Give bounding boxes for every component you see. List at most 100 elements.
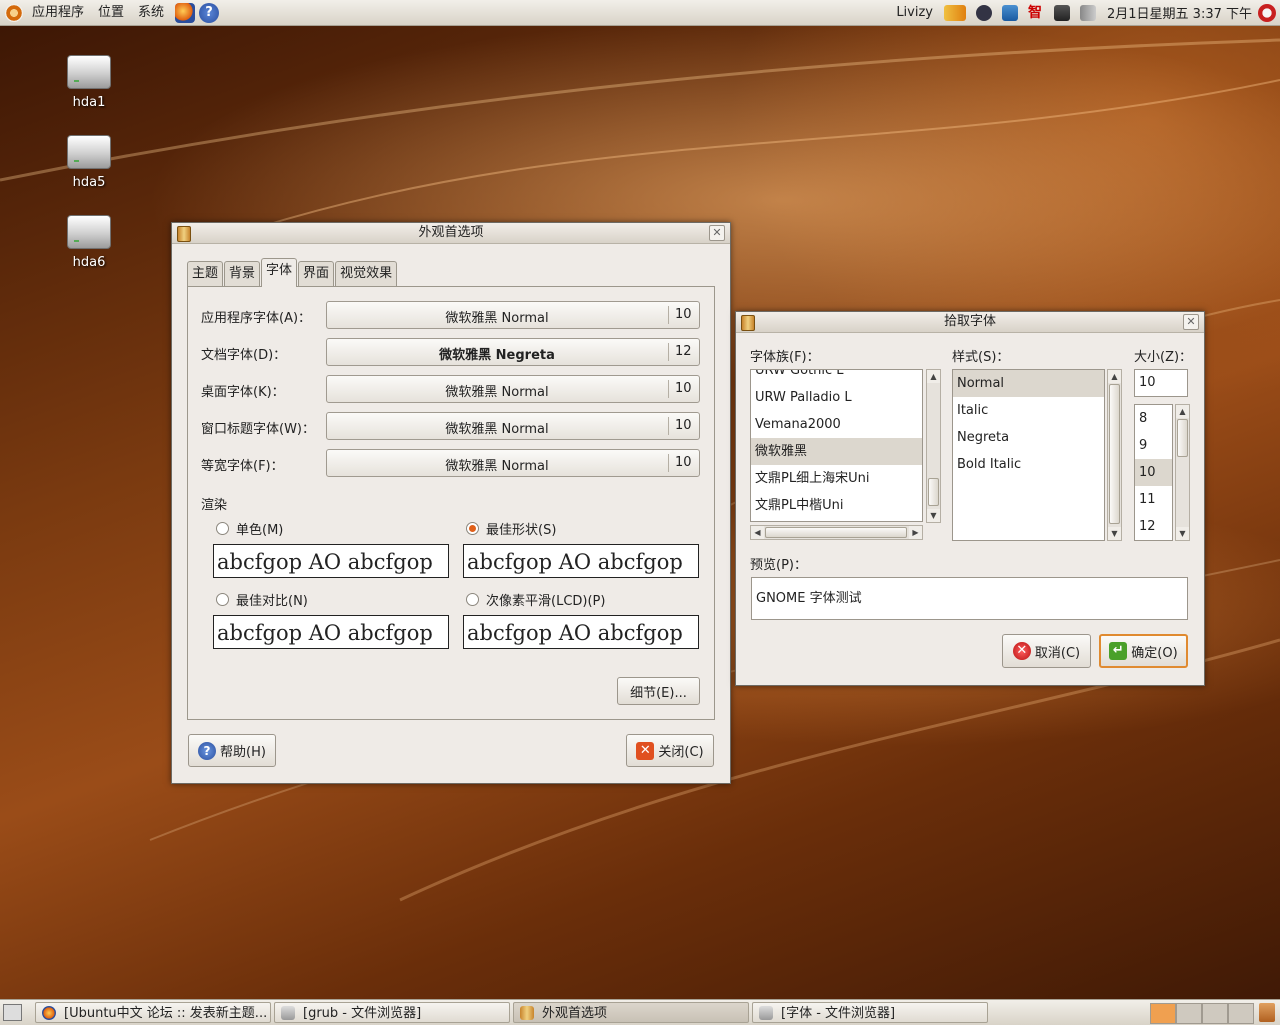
monospace-font-button[interactable]: 微软雅黑 Normal 10 xyxy=(326,449,700,477)
scroll-thumb[interactable] xyxy=(928,478,939,506)
bluetooth-icon[interactable] xyxy=(976,4,992,21)
details-button[interactable]: 细节(E)... xyxy=(617,677,700,705)
update-icon[interactable] xyxy=(1002,4,1018,21)
radio-best-contrast[interactable]: 最佳对比(N) xyxy=(216,590,308,609)
input-method-icon[interactable]: 智 xyxy=(1028,5,1044,21)
menu-system[interactable]: 系统 xyxy=(131,0,171,25)
list-item[interactable]: Bold Italic xyxy=(953,451,1104,478)
list-item[interactable]: 文鼎PL中楷Uni xyxy=(751,492,922,519)
cancel-button[interactable]: ✕ 取消(C) xyxy=(1002,634,1091,668)
sample-subpixel-lcd[interactable]: abcfgop AO abcfgop xyxy=(463,615,699,649)
tab-visual-effects[interactable]: 视觉效果 xyxy=(335,261,398,286)
family-horizontal-scrollbar[interactable]: ◀ ▶ xyxy=(750,525,923,540)
window-close-button[interactable]: ✕ xyxy=(1183,314,1199,330)
document-font-button[interactable]: 微软雅黑 Negreta 12 xyxy=(326,338,700,366)
scroll-up-icon[interactable]: ▲ xyxy=(1108,370,1121,383)
clock[interactable]: 2月1日星期五 3:37 下午 xyxy=(1107,3,1252,22)
list-item[interactable]: 11 xyxy=(1135,486,1172,513)
family-vertical-scrollbar[interactable]: ▲ ▼ xyxy=(926,369,941,523)
preview-label: 预览(P)： xyxy=(750,558,807,573)
tab-fonts[interactable]: 字体 xyxy=(261,258,298,287)
scroll-up-icon[interactable]: ▲ xyxy=(927,370,940,383)
network-icon[interactable] xyxy=(944,4,966,21)
show-desktop-icon[interactable] xyxy=(3,1004,22,1021)
scroll-down-icon[interactable]: ▼ xyxy=(1176,527,1189,540)
radio-subpixel-lcd[interactable]: 次像素平滑(LCD)(P) xyxy=(466,590,605,609)
workspace-3[interactable] xyxy=(1202,1003,1228,1024)
size-vertical-scrollbar[interactable]: ▲ ▼ xyxy=(1175,404,1190,541)
preview-input[interactable]: GNOME 字体测试 xyxy=(751,577,1188,620)
window-title-font-button[interactable]: 微软雅黑 Normal 10 xyxy=(326,412,700,440)
family-list[interactable]: URW Gothic L URW Palladio L Vemana2000 微… xyxy=(750,369,923,522)
help-button[interactable]: ? 帮助(H) xyxy=(188,734,276,767)
list-item[interactable]: Vemana2000 xyxy=(751,411,922,438)
tab-theme[interactable]: 主题 xyxy=(187,261,224,286)
radio-best-shapes[interactable]: 最佳形状(S) xyxy=(466,519,556,538)
sample-best-contrast[interactable]: abcfgop AO abcfgop xyxy=(213,615,449,649)
window-menu-icon[interactable] xyxy=(741,315,755,331)
taskbar-item-grub-browser[interactable]: [grub - 文件浏览器] xyxy=(274,1002,510,1023)
window-close-button[interactable]: ✕ xyxy=(709,225,725,241)
style-list[interactable]: Normal Italic Negreta Bold Italic xyxy=(952,369,1105,541)
ok-button[interactable]: ↵ 确定(O) xyxy=(1099,634,1188,668)
tab-interface[interactable]: 界面 xyxy=(298,261,335,286)
workspace-4[interactable] xyxy=(1228,1003,1254,1024)
taskbar-item-browser[interactable]: [Ubuntu中文 论坛 :: 发表新主题... xyxy=(35,1002,271,1023)
list-item[interactable]: 9 xyxy=(1135,432,1172,459)
power-icon[interactable] xyxy=(1258,3,1276,22)
taskbar-item-appearance[interactable]: 外观首选项 xyxy=(513,1002,749,1023)
application-font-label: 应用程序字体(A)： xyxy=(201,311,312,326)
workspace-1[interactable] xyxy=(1150,1003,1176,1024)
desktop-icon-hda1[interactable]: hda1 xyxy=(54,55,124,110)
desktop-icon-hda5[interactable]: hda5 xyxy=(54,135,124,190)
list-item-selected[interactable]: 微软雅黑 xyxy=(751,438,922,465)
application-font-button[interactable]: 微软雅黑 Normal 10 xyxy=(326,301,700,329)
ubuntu-logo-icon[interactable] xyxy=(5,3,23,22)
firefox-icon[interactable] xyxy=(175,2,196,23)
radio-monochrome[interactable]: 单色(M) xyxy=(216,519,283,538)
list-item-selected[interactable]: Normal xyxy=(953,370,1104,397)
user-name[interactable]: Livizy xyxy=(896,5,933,20)
font-name: 微软雅黑 Normal xyxy=(445,311,549,326)
window-titlebar[interactable]: 拾取字体 ✕ xyxy=(736,312,1204,333)
scroll-up-icon[interactable]: ▲ xyxy=(1176,405,1189,418)
scroll-down-icon[interactable]: ▼ xyxy=(927,509,940,522)
desktop-icon-hda6[interactable]: hda6 xyxy=(54,215,124,270)
list-item[interactable]: 文鼎PL细上海宋Uni xyxy=(751,465,922,492)
monitor-icon[interactable] xyxy=(1054,4,1070,21)
list-item[interactable]: Negreta xyxy=(953,424,1104,451)
scroll-left-icon[interactable]: ◀ xyxy=(751,526,764,539)
list-item[interactable]: 12 xyxy=(1135,513,1172,540)
window-menu-icon[interactable] xyxy=(177,226,191,242)
menu-places[interactable]: 位置 xyxy=(91,0,131,25)
radio-indicator xyxy=(216,522,229,535)
list-item[interactable]: URW Gothic L xyxy=(751,370,922,384)
close-button[interactable]: ✕ 关闭(C) xyxy=(626,734,714,767)
sample-best-shapes[interactable]: abcfgop AO abcfgop xyxy=(463,544,699,578)
scroll-thumb[interactable] xyxy=(1177,419,1188,457)
help-icon[interactable]: ? xyxy=(199,2,220,23)
trash-icon[interactable] xyxy=(1259,1003,1275,1022)
scroll-right-icon[interactable]: ▶ xyxy=(909,526,922,539)
sample-monochrome[interactable]: abcfgop AO abcfgop xyxy=(213,544,449,578)
list-item[interactable]: 8 xyxy=(1135,405,1172,432)
scroll-down-icon[interactable]: ▼ xyxy=(1108,527,1121,540)
menu-applications[interactable]: 应用程序 xyxy=(25,0,91,25)
desktop-font-button[interactable]: 微软雅黑 Normal 10 xyxy=(326,375,700,403)
workspace-2[interactable] xyxy=(1176,1003,1202,1024)
list-item[interactable]: URW Palladio L xyxy=(751,384,922,411)
radio-label: 最佳对比(N) xyxy=(236,594,308,609)
tab-background[interactable]: 背景 xyxy=(224,261,261,286)
firefox-icon xyxy=(42,1006,56,1020)
volume-icon[interactable] xyxy=(1080,4,1096,21)
size-input[interactable]: 10 xyxy=(1134,369,1188,397)
list-item[interactable]: Italic xyxy=(953,397,1104,424)
scroll-thumb[interactable] xyxy=(765,527,907,538)
style-vertical-scrollbar[interactable]: ▲ ▼ xyxy=(1107,369,1122,541)
window-titlebar[interactable]: 外观首选项 ✕ xyxy=(172,223,730,244)
scroll-thumb[interactable] xyxy=(1109,384,1120,524)
list-item-selected[interactable]: 10 xyxy=(1135,459,1172,486)
document-font-label: 文档字体(D)： xyxy=(201,348,287,363)
size-list[interactable]: 8 9 10 11 12 xyxy=(1134,404,1173,541)
taskbar-item-fonts-browser[interactable]: [字体 - 文件浏览器] xyxy=(752,1002,988,1023)
